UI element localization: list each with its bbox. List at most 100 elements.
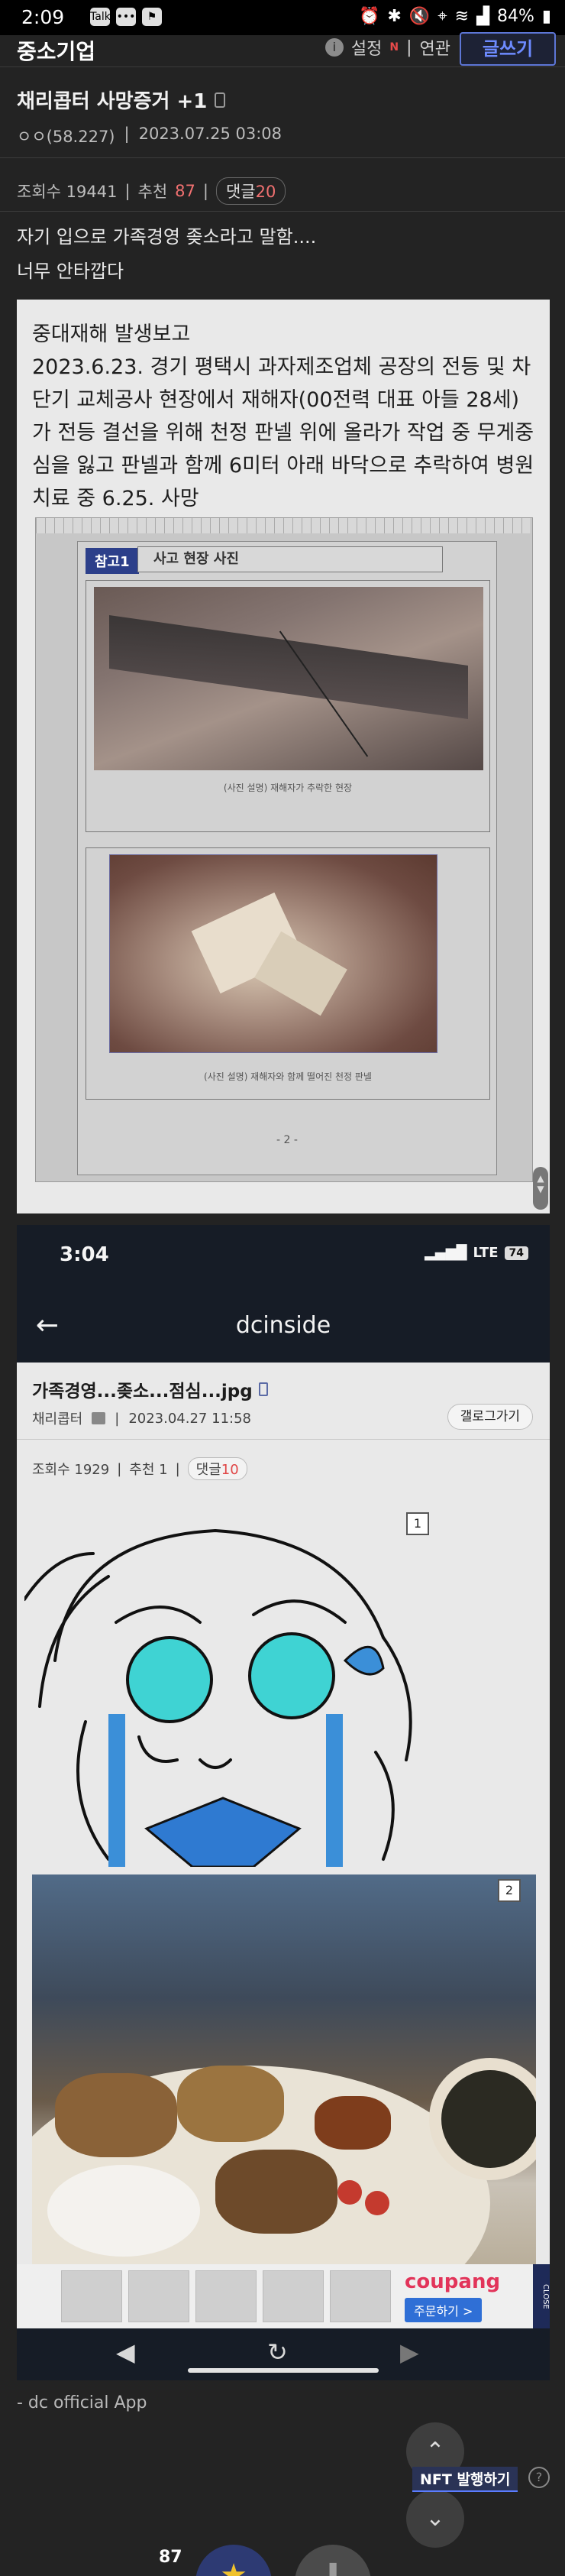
app-signature: - dc official App: [17, 2393, 147, 2412]
fried-fish: [177, 2066, 284, 2142]
inner-date: 2023.04.27 11:58: [128, 1410, 251, 1427]
inner-post-title-text: 가족경영...좆소...점심...jpg: [32, 1382, 253, 1401]
battery-level: 84%: [496, 7, 534, 26]
post-image-report[interactable]: 중대재해 발생보고 2023.6.23. 경기 평택시 과자제조업체 공장의 전…: [17, 300, 550, 1213]
ad-product-image: [128, 2270, 189, 2322]
tomato: [365, 2191, 389, 2215]
ad-order-button: 주문하기 >: [405, 2298, 483, 2322]
post-date: 2023.07.25 03:08: [138, 125, 282, 143]
wifi-icon: ≋: [454, 7, 470, 26]
flag-icon: ⚑: [142, 8, 162, 26]
document-ruler: [36, 518, 532, 533]
help-icon[interactable]: ?: [528, 2467, 550, 2488]
phone-status-icons: ▂▄▆█ LTE 74: [425, 1245, 528, 1261]
tomato: [337, 2180, 362, 2205]
stats-separator: |: [202, 182, 208, 200]
settings-link[interactable]: 설정: [351, 35, 382, 60]
divider: [0, 211, 565, 212]
report-text: 중대재해 발생보고 2023.6.23. 경기 평택시 과자제조업체 공장의 전…: [32, 318, 536, 515]
mobile-icon: [258, 1382, 268, 1396]
photo-caption: (사진 설명) 재해자가 추락한 현장: [223, 783, 353, 793]
ad-banner: coupang 주문하기 > CLOSE: [17, 2264, 550, 2328]
nav-forward-icon: ▶: [400, 2338, 419, 2367]
location-icon: ⌖: [437, 7, 447, 26]
meta-separator: |: [124, 125, 130, 143]
battery-icon: ▮: [541, 7, 551, 26]
new-badge: N: [389, 41, 399, 53]
status-time: 2:09: [21, 6, 65, 28]
left-eye: [126, 1636, 213, 1723]
notification-icons: Talk ••• ⚑: [90, 8, 162, 26]
braised-meat: [215, 2150, 337, 2234]
ceiling-beam: [109, 614, 468, 720]
nav-back-icon: ◀: [116, 2338, 135, 2367]
post-body-line: 자기 입으로 가족경영 좆소라고 말함....: [17, 226, 317, 248]
scroll-bottom-button[interactable]: ⌄: [406, 2490, 464, 2548]
post-author[interactable]: ㅇㅇ(58.227): [17, 125, 115, 147]
inner-comments: 댓글10: [187, 1457, 247, 1480]
mute-icon: 🔇: [408, 7, 431, 26]
post-stats: 조회수 19441 | 추천 87 | 댓글20: [17, 177, 286, 205]
ad-close-button: CLOSE: [533, 2264, 550, 2328]
home-indicator: [188, 2368, 379, 2373]
recommend-count-footer: 87: [159, 2548, 182, 2567]
ad-product-image: [263, 2270, 324, 2322]
header-tools: i 설정 N | 연관: [324, 35, 450, 60]
mobile-icon: [215, 92, 226, 108]
network-type: LTE: [473, 1245, 499, 1261]
stats-separator: |: [117, 1460, 122, 1477]
recommend-label: 추천: [137, 183, 168, 201]
inner-comment-label: 댓글: [195, 1462, 221, 1478]
gallery-title[interactable]: 중소기업: [17, 35, 95, 66]
crying-character-drawing: [24, 1528, 412, 1867]
lunch-photo: [32, 1874, 536, 2287]
dc-app-title: dcinside: [235, 1312, 331, 1339]
recommend-star-button[interactable]: ★: [195, 2545, 272, 2576]
header-separator: |: [406, 37, 412, 57]
right-tear: [326, 1714, 343, 1867]
meta-separator: |: [115, 1410, 120, 1427]
stats-separator: |: [175, 1460, 180, 1477]
gallog-button: 갤로그가기: [447, 1404, 533, 1430]
fried-fish: [55, 2073, 177, 2157]
photo-frame: (사진 설명) 재해자가 추락한 현장: [86, 580, 490, 832]
photo-caption: (사진 설명) 재해자와 함께 떨어진 천정 판넬: [204, 1071, 372, 1082]
info-icon[interactable]: i: [324, 38, 344, 57]
related-link[interactable]: 연관: [420, 35, 450, 60]
status-bar: 2:09 Talk ••• ⚑ ⏰ ✱ 🔇 ⌖ ≋ ▟ 84% ▮: [0, 0, 565, 35]
app-header: 중소기업 i 설정 N | 연관 글쓰기: [0, 32, 565, 67]
inner-author: 채리콥터: [32, 1411, 83, 1427]
hair-ribbon: [343, 1645, 385, 1676]
ad-brand: coupang: [405, 2270, 501, 2293]
inner-views: 조회수 1929: [32, 1462, 110, 1478]
comment-label: 댓글: [225, 183, 256, 201]
alarm-icon: ⏰: [358, 7, 380, 26]
inner-post-meta: 채리콥터 | 2023.04.27 11:58: [32, 1408, 251, 1428]
document-screenshot: 참고1 사고 현장 사진 (사진 설명) 재해자가 추락한 현장 (사진 설명)…: [35, 517, 533, 1182]
reference-label: 참고1: [86, 548, 139, 574]
dc-app-bar: ← dcinside: [17, 1294, 550, 1363]
report-body: 2023.6.23. 경기 평택시 과자제조업체 공장의 전등 및 차단기 교체…: [32, 355, 534, 510]
dc-post-content: 가족경영...좆소...점심...jpg 채리콥터 | 2023.04.27 1…: [17, 1363, 550, 2287]
left-tear: [108, 1714, 125, 1867]
chat-icon: •••: [116, 8, 136, 26]
comment-button[interactable]: 댓글20: [215, 177, 286, 205]
nav-refresh-icon: ↻: [267, 2338, 288, 2367]
accident-site-photo: [94, 587, 483, 770]
nft-mint-button[interactable]: NFT 발행하기: [412, 2467, 518, 2492]
reference-title: 사고 현장 사진: [137, 546, 443, 572]
inner-post-title: 가족경영...좆소...점심...jpg: [32, 1376, 268, 1402]
image-number-tag: 1: [406, 1512, 429, 1535]
ad-product-image: [195, 2270, 257, 2322]
write-button[interactable]: 글쓰기: [460, 32, 556, 66]
bottom-action-bar: 87 ★ ⬇: [0, 2545, 565, 2576]
bluetooth-icon: ✱: [387, 7, 402, 26]
system-icons: ⏰ ✱ 🔇 ⌖ ≋ ▟ 84% ▮: [359, 7, 551, 26]
not-recommend-button[interactable]: ⬇: [295, 2545, 371, 2576]
post-meta: ㅇㅇ(58.227) | 2023.07.25 03:08: [17, 125, 282, 147]
zoom-scroll-control[interactable]: ▲ ▼: [533, 1167, 548, 1210]
divider: [17, 1439, 550, 1440]
post-image-screenshot[interactable]: 3:04 ▂▄▆█ LTE 74 ← dcinside 가족경영...좆소...…: [17, 1225, 550, 2380]
phone-time: 3:04: [60, 1243, 109, 1266]
post-title: 채리콥터 사망증거 +1: [17, 86, 226, 114]
